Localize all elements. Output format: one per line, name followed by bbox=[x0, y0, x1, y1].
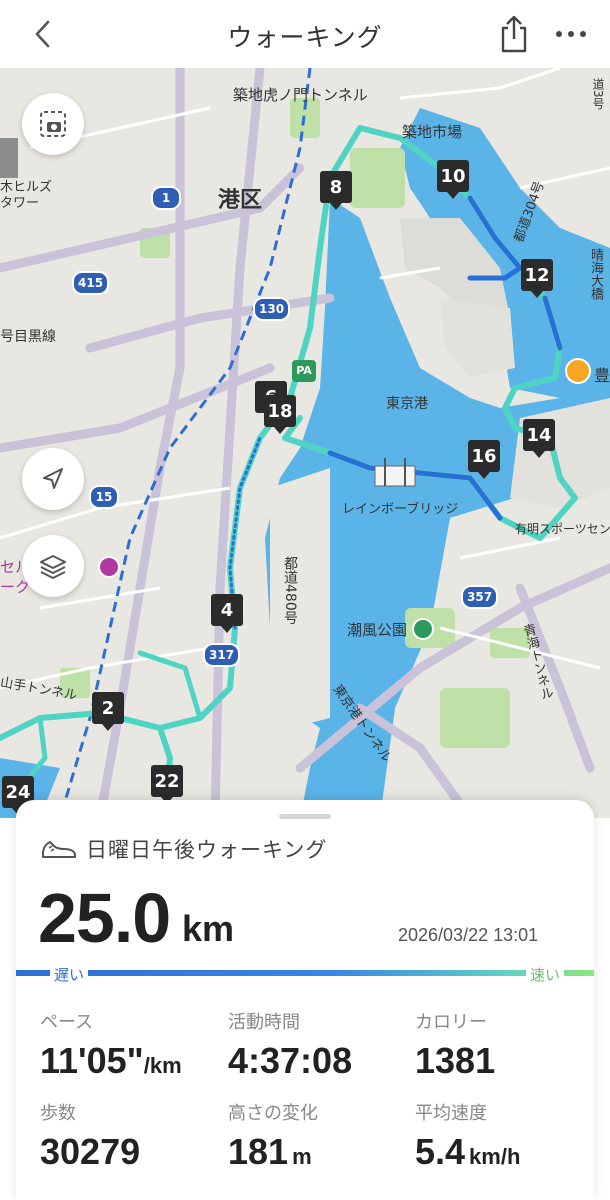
share-icon[interactable] bbox=[498, 14, 530, 54]
activity-summary-panel: 日曜日午後ウォーキング 25.0 km 2026/03/22 13:01 遅い … bbox=[16, 800, 594, 1200]
shoe-icon bbox=[40, 834, 78, 862]
route-map[interactable]: 築地虎ノ門トンネル 築地市場 港区 木ヒルズ タワー 号目黒線 東京港 レインボ… bbox=[0, 68, 610, 818]
duration-label: 活動時間 bbox=[228, 1012, 300, 1033]
avg-speed-label: 平均速度 bbox=[415, 1103, 487, 1124]
stat-calories: カロリー 1381 bbox=[415, 1008, 495, 1082]
poi-icon bbox=[98, 556, 120, 578]
map-label-toto-480: 都道480号 bbox=[282, 556, 298, 625]
layers-button[interactable] bbox=[22, 535, 84, 597]
km-marker-14[interactable]: 14 bbox=[523, 419, 555, 458]
map-label-toyo: 豊 bbox=[594, 366, 610, 385]
elevation-label: 高さの変化 bbox=[228, 1103, 318, 1124]
activity-datetime: 2026/03/22 13:01 bbox=[398, 925, 539, 945]
distance-unit: km bbox=[182, 908, 235, 949]
park-icon bbox=[412, 618, 434, 640]
km-marker-16[interactable]: 16 bbox=[468, 440, 500, 479]
stat-pace: ペース 11'05"/km bbox=[40, 1008, 182, 1082]
map-label-road3: 道3号 bbox=[591, 78, 605, 110]
elevation-unit: m bbox=[292, 1144, 312, 1169]
locate-button[interactable] bbox=[22, 448, 84, 510]
km-marker-2[interactable]: 2 bbox=[92, 692, 124, 731]
elevation-value: 181 bbox=[228, 1131, 289, 1172]
map-label-meguro: 号目黒線 bbox=[0, 329, 56, 345]
layers-icon bbox=[40, 555, 66, 579]
distance-value: 25.0 bbox=[38, 879, 171, 957]
map-label-rainbow-bridge: レインボーブリッジ bbox=[342, 502, 459, 517]
map-label-harumi: 晴海大橋 bbox=[588, 248, 603, 300]
duration-value: 4:37:08 bbox=[228, 1040, 353, 1081]
slow-label: 遅い bbox=[50, 964, 89, 985]
map-label-tunnel: 築地虎ノ門トンネル bbox=[233, 86, 368, 104]
screenshot-button[interactable] bbox=[22, 93, 84, 155]
map-label-minato-ku: 港区 bbox=[218, 188, 263, 213]
building-icon bbox=[0, 138, 18, 178]
route-shield-15: 15 bbox=[89, 485, 119, 509]
stat-duration: 活動時間 4:37:08 bbox=[228, 1008, 352, 1082]
navigation-arrow-icon bbox=[43, 468, 63, 489]
steps-label: 歩数 bbox=[40, 1103, 76, 1124]
pace-value: 11'05" bbox=[40, 1040, 144, 1081]
stat-elevation: 高さの変化 181 m bbox=[228, 1099, 318, 1173]
map-label-tokyo-port: 東京港 bbox=[386, 396, 428, 412]
drag-handle[interactable] bbox=[279, 814, 331, 819]
km-marker-22[interactable]: 22 bbox=[151, 765, 183, 804]
km-marker-12[interactable]: 12 bbox=[521, 259, 553, 298]
route-shield-357: 357 bbox=[461, 585, 499, 609]
shopping-icon bbox=[565, 358, 591, 384]
avg-speed-value: 5.4 bbox=[415, 1131, 466, 1172]
steps-value: 30279 bbox=[40, 1131, 141, 1172]
map-label-tower: タワー bbox=[0, 196, 40, 211]
route-shield-130: 130 bbox=[253, 297, 291, 321]
km-marker-8[interactable]: 8 bbox=[320, 171, 352, 210]
stat-avg-speed: 平均速度 5.4 km/h bbox=[415, 1099, 520, 1173]
fast-label: 速い bbox=[526, 964, 565, 985]
km-marker-4[interactable]: 4 bbox=[211, 594, 243, 633]
more-options-icon[interactable] bbox=[553, 20, 589, 48]
km-marker-10[interactable]: 10 bbox=[437, 160, 469, 199]
route-shield-317: 317 bbox=[203, 643, 241, 667]
km-marker-18[interactable]: 18 bbox=[264, 395, 296, 434]
pace-unit: /km bbox=[143, 1053, 182, 1078]
parking-area-badge: PA bbox=[292, 360, 316, 382]
route-shield-415: 415 bbox=[72, 271, 110, 295]
route-shield-1: 1 bbox=[151, 186, 181, 210]
top-bar: ウォーキング bbox=[0, 0, 610, 68]
map-label-ariake: 有明スポーツセン bbox=[515, 522, 610, 536]
calories-label: カロリー bbox=[415, 1012, 487, 1033]
map-label-tsukiji-market: 築地市場 bbox=[402, 123, 463, 141]
stat-steps: 歩数 30279 bbox=[40, 1099, 140, 1173]
calories-value: 1381 bbox=[415, 1040, 496, 1081]
map-label-shiokaze-park: 潮風公園 bbox=[347, 621, 408, 639]
pace-label: ペース bbox=[40, 1012, 94, 1033]
activity-name: 日曜日午後ウォーキング bbox=[86, 838, 328, 862]
camera-icon bbox=[40, 111, 66, 137]
speed-legend-bar bbox=[16, 970, 594, 976]
avg-speed-unit: km/h bbox=[469, 1144, 521, 1169]
